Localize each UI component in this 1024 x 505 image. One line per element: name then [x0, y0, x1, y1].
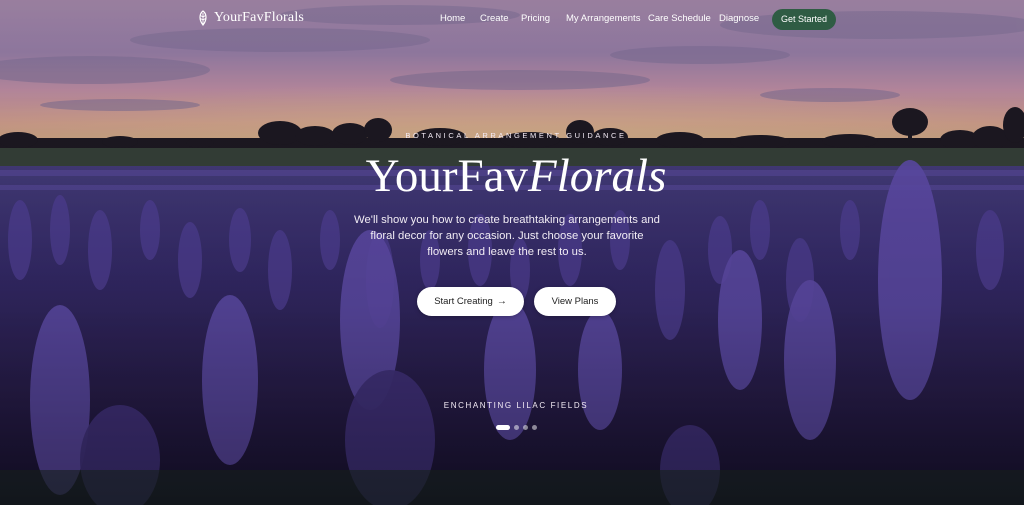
- hero-subtitle: We'll show you how to create breathtakin…: [354, 214, 660, 258]
- hero-title-italic: Florals: [527, 150, 667, 202]
- hero-section: YourFavFlorals Home Create Pricing My Ar…: [0, 0, 1024, 505]
- nav-link-care-schedule[interactable]: Care Schedule: [648, 13, 711, 24]
- view-plans-button[interactable]: View Plans: [534, 287, 616, 316]
- slide-dot-3[interactable]: [523, 425, 528, 430]
- get-started-button[interactable]: Get Started: [772, 9, 836, 30]
- nav-link-my-arrangements[interactable]: My Arrangements: [566, 13, 640, 24]
- top-navigation: YourFavFlorals Home Create Pricing My Ar…: [0, 0, 1024, 38]
- nav-link-diagnose[interactable]: Diagnose: [719, 13, 759, 24]
- slide-dot-1[interactable]: [496, 425, 510, 430]
- arrow-right-icon: →: [496, 296, 507, 307]
- slide-dot-4[interactable]: [532, 425, 537, 430]
- hero-title-regular: YourFav: [365, 150, 528, 202]
- nav-link-home[interactable]: Home: [440, 13, 465, 24]
- nav-link-create[interactable]: Create: [480, 13, 509, 24]
- nav-link-pricing[interactable]: Pricing: [521, 13, 550, 24]
- start-creating-label: Start Creating: [434, 296, 493, 307]
- nav-links: Home Create Pricing My Arrangements Care…: [0, 13, 1024, 27]
- slide-dot-2[interactable]: [514, 425, 519, 430]
- start-creating-button[interactable]: Start Creating →: [417, 287, 524, 316]
- hero-eyebrow: BOTANICAL ARRANGEMENT GUIDANCE: [405, 131, 627, 140]
- slide-caption: ENCHANTING LILAC FIELDS: [443, 401, 589, 410]
- hero-title: YourFavFlorals: [0, 146, 1024, 206]
